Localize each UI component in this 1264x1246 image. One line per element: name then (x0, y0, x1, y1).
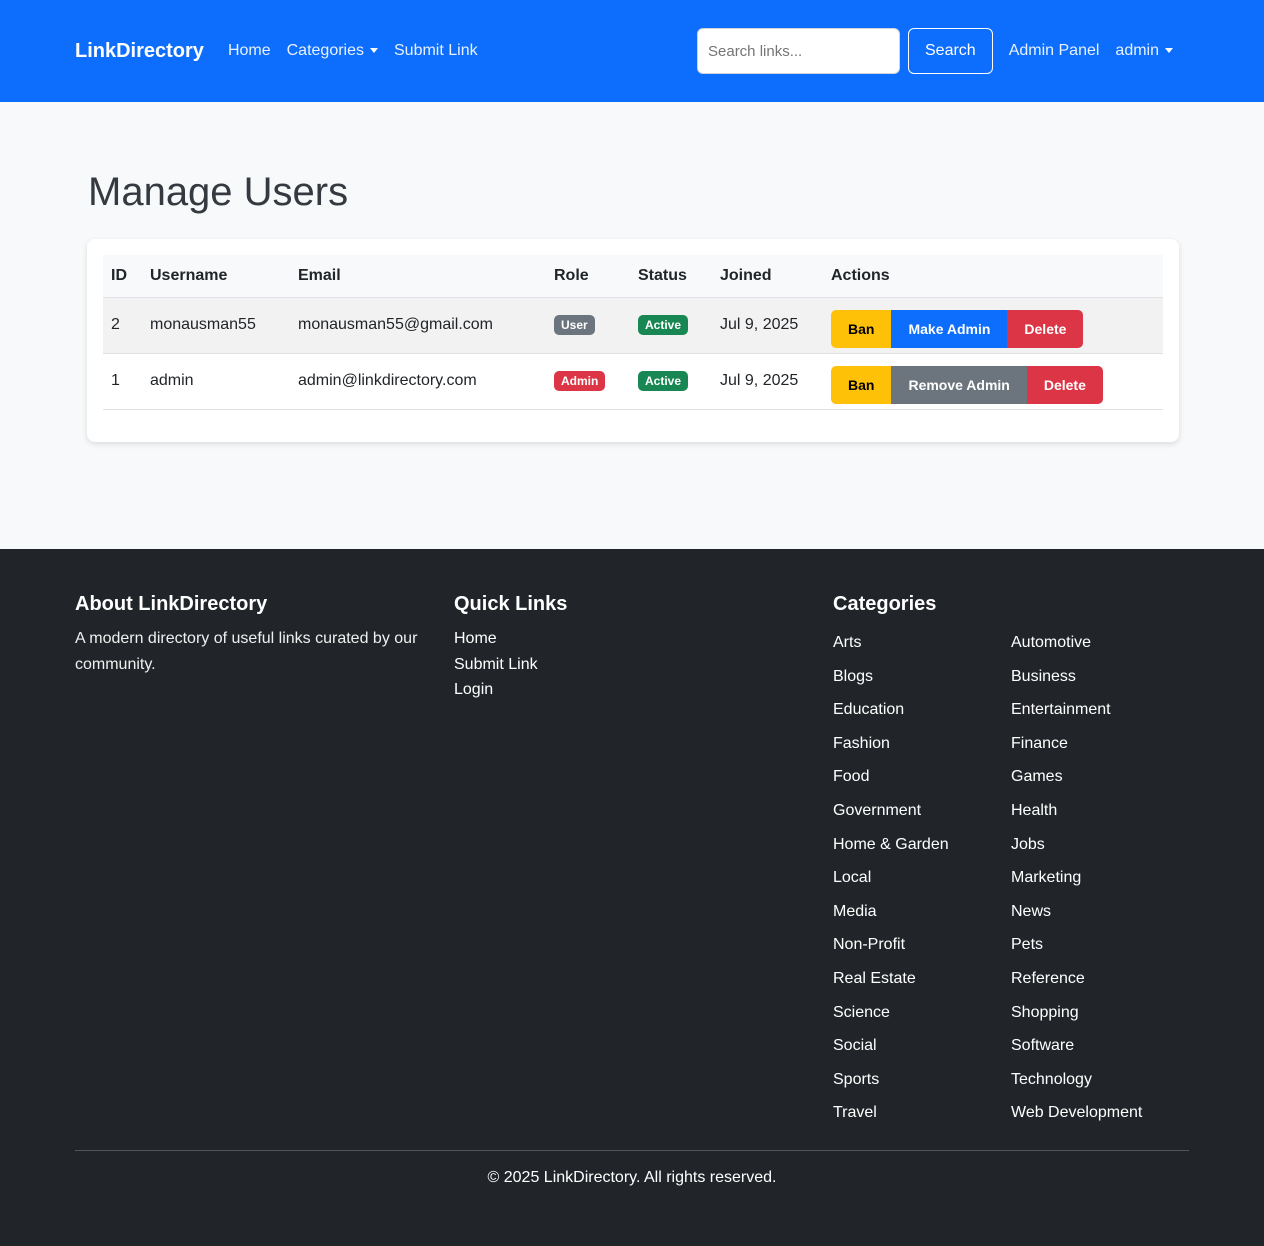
cell-id: 1 (103, 353, 142, 410)
category-link[interactable]: Education (833, 693, 1011, 727)
footer-divider (75, 1149, 1189, 1151)
cell-role: Admin (546, 353, 630, 410)
table-row: 2 monausman55 monausman55@gmail.com User Act… (103, 297, 1163, 354)
navbar: LinkDirectory Home Categories Submit Lin… (0, 0, 1264, 102)
status-badge: Active (638, 371, 689, 391)
category-link[interactable]: Software (1011, 1029, 1189, 1063)
category-link[interactable]: Jobs (1011, 828, 1189, 862)
search-input[interactable] (697, 28, 900, 74)
cell-email: admin@linkdirectory.com (290, 353, 546, 410)
cell-username: admin (142, 353, 290, 410)
cell-status: Active (630, 353, 712, 410)
category-link[interactable]: Local (833, 861, 1011, 895)
table-row: 1 admin admin@linkdirectory.com Admin Active… (103, 353, 1163, 410)
quick-link[interactable]: Login (454, 677, 833, 703)
nav-categories-dropdown[interactable]: Categories (287, 42, 378, 60)
quick-links-title: Quick Links (454, 593, 568, 615)
cell-actions: Ban Make Admin Delete (823, 297, 1163, 354)
category-link[interactable]: Finance (1011, 727, 1189, 761)
nav-admin-panel[interactable]: Admin Panel (1009, 42, 1100, 60)
cell-role: User (546, 297, 630, 354)
user-dropdown[interactable]: admin (1115, 42, 1173, 60)
category-link[interactable]: News (1011, 895, 1189, 929)
column-header: Role (546, 255, 630, 298)
nav-home[interactable]: Home (228, 42, 271, 60)
category-link[interactable]: Science (833, 996, 1011, 1030)
category-link[interactable]: Non-Profit (833, 928, 1011, 962)
user-name: admin (1115, 42, 1159, 59)
category-link[interactable]: Entertainment (1011, 693, 1189, 727)
category-link[interactable]: Arts (833, 626, 1011, 660)
category-link[interactable]: Shopping (1011, 996, 1189, 1030)
about-text: A modern directory of useful links curat… (75, 630, 418, 673)
delete-button[interactable]: Delete (1026, 366, 1103, 404)
category-link[interactable]: Technology (1011, 1063, 1189, 1097)
role-badge: Admin (554, 371, 606, 391)
page-title: Manage Users (88, 170, 349, 214)
users-table: ID Username Email Role Status Joined Actions 2… (103, 255, 1163, 410)
ban-button[interactable]: Ban (831, 310, 892, 348)
category-link[interactable]: Fashion (833, 727, 1011, 761)
cell-joined: Jul 9, 2025 (712, 297, 823, 354)
category-link[interactable]: Marketing (1011, 861, 1189, 895)
ban-button[interactable]: Ban (831, 366, 892, 404)
category-link[interactable]: Automotive (1011, 626, 1189, 660)
about-title: About LinkDirectory (75, 593, 268, 615)
caret-down-icon (370, 48, 378, 54)
nav-categories-label: Categories (286, 42, 364, 59)
cell-joined: Jul 9, 2025 (712, 353, 823, 410)
quick-link[interactable]: Home (454, 626, 833, 652)
search-button[interactable]: Search (908, 28, 993, 74)
category-link[interactable]: Health (1011, 794, 1189, 828)
cell-username: monausman55 (142, 297, 290, 354)
action-buttons: Ban Remove Admin Delete (831, 366, 1155, 404)
quick-link[interactable]: Submit Link (454, 652, 833, 678)
main-content: Manage Users ID Username Email Role Status Jo… (0, 102, 1264, 549)
category-link[interactable]: Business (1011, 660, 1189, 694)
delete-button[interactable]: Delete (1007, 310, 1084, 348)
nav-submit-link[interactable]: Submit Link (394, 42, 478, 60)
category-link[interactable]: Government (833, 794, 1011, 828)
column-header: Status (630, 255, 712, 298)
category-link[interactable]: Travel (833, 1096, 1011, 1130)
category-link[interactable]: Games (1011, 760, 1189, 794)
footer: About LinkDirectory A modern directory of… (0, 549, 1264, 1246)
category-link[interactable]: Reference (1011, 962, 1189, 996)
column-header: Actions (823, 255, 1163, 298)
column-header: Email (290, 255, 546, 298)
column-header: Username (142, 255, 290, 298)
status-badge: Active (638, 315, 689, 335)
category-link[interactable]: Home & Garden (833, 828, 1011, 862)
category-link[interactable]: Blogs (833, 660, 1011, 694)
remove-admin-button[interactable]: Remove Admin (891, 366, 1027, 404)
cell-email: monausman55@gmail.com (290, 297, 546, 354)
category-link[interactable]: Web Development (1011, 1096, 1189, 1130)
category-link[interactable]: Sports (833, 1063, 1011, 1097)
cell-actions: Ban Remove Admin Delete (823, 353, 1163, 410)
users-card: ID Username Email Role Status Joined Actions 2… (87, 239, 1179, 442)
make-admin-button[interactable]: Make Admin (891, 310, 1008, 348)
cell-id: 2 (103, 297, 142, 354)
column-header: ID (103, 255, 142, 298)
column-header: Joined (712, 255, 823, 298)
cell-status: Active (630, 297, 712, 354)
category-link[interactable]: Pets (1011, 928, 1189, 962)
role-badge: User (554, 315, 595, 335)
copyright: © 2025 LinkDirectory. All rights reserve… (487, 1168, 777, 1186)
category-link[interactable]: Real Estate (833, 962, 1011, 996)
brand-link[interactable]: LinkDirectory (75, 40, 204, 63)
action-buttons: Ban Make Admin Delete (831, 310, 1155, 348)
category-link[interactable]: Social (833, 1029, 1011, 1063)
category-link[interactable]: Media (833, 895, 1011, 929)
category-link[interactable]: Food (833, 760, 1011, 794)
caret-down-icon (1165, 48, 1173, 54)
categories-title: Categories (833, 593, 937, 615)
